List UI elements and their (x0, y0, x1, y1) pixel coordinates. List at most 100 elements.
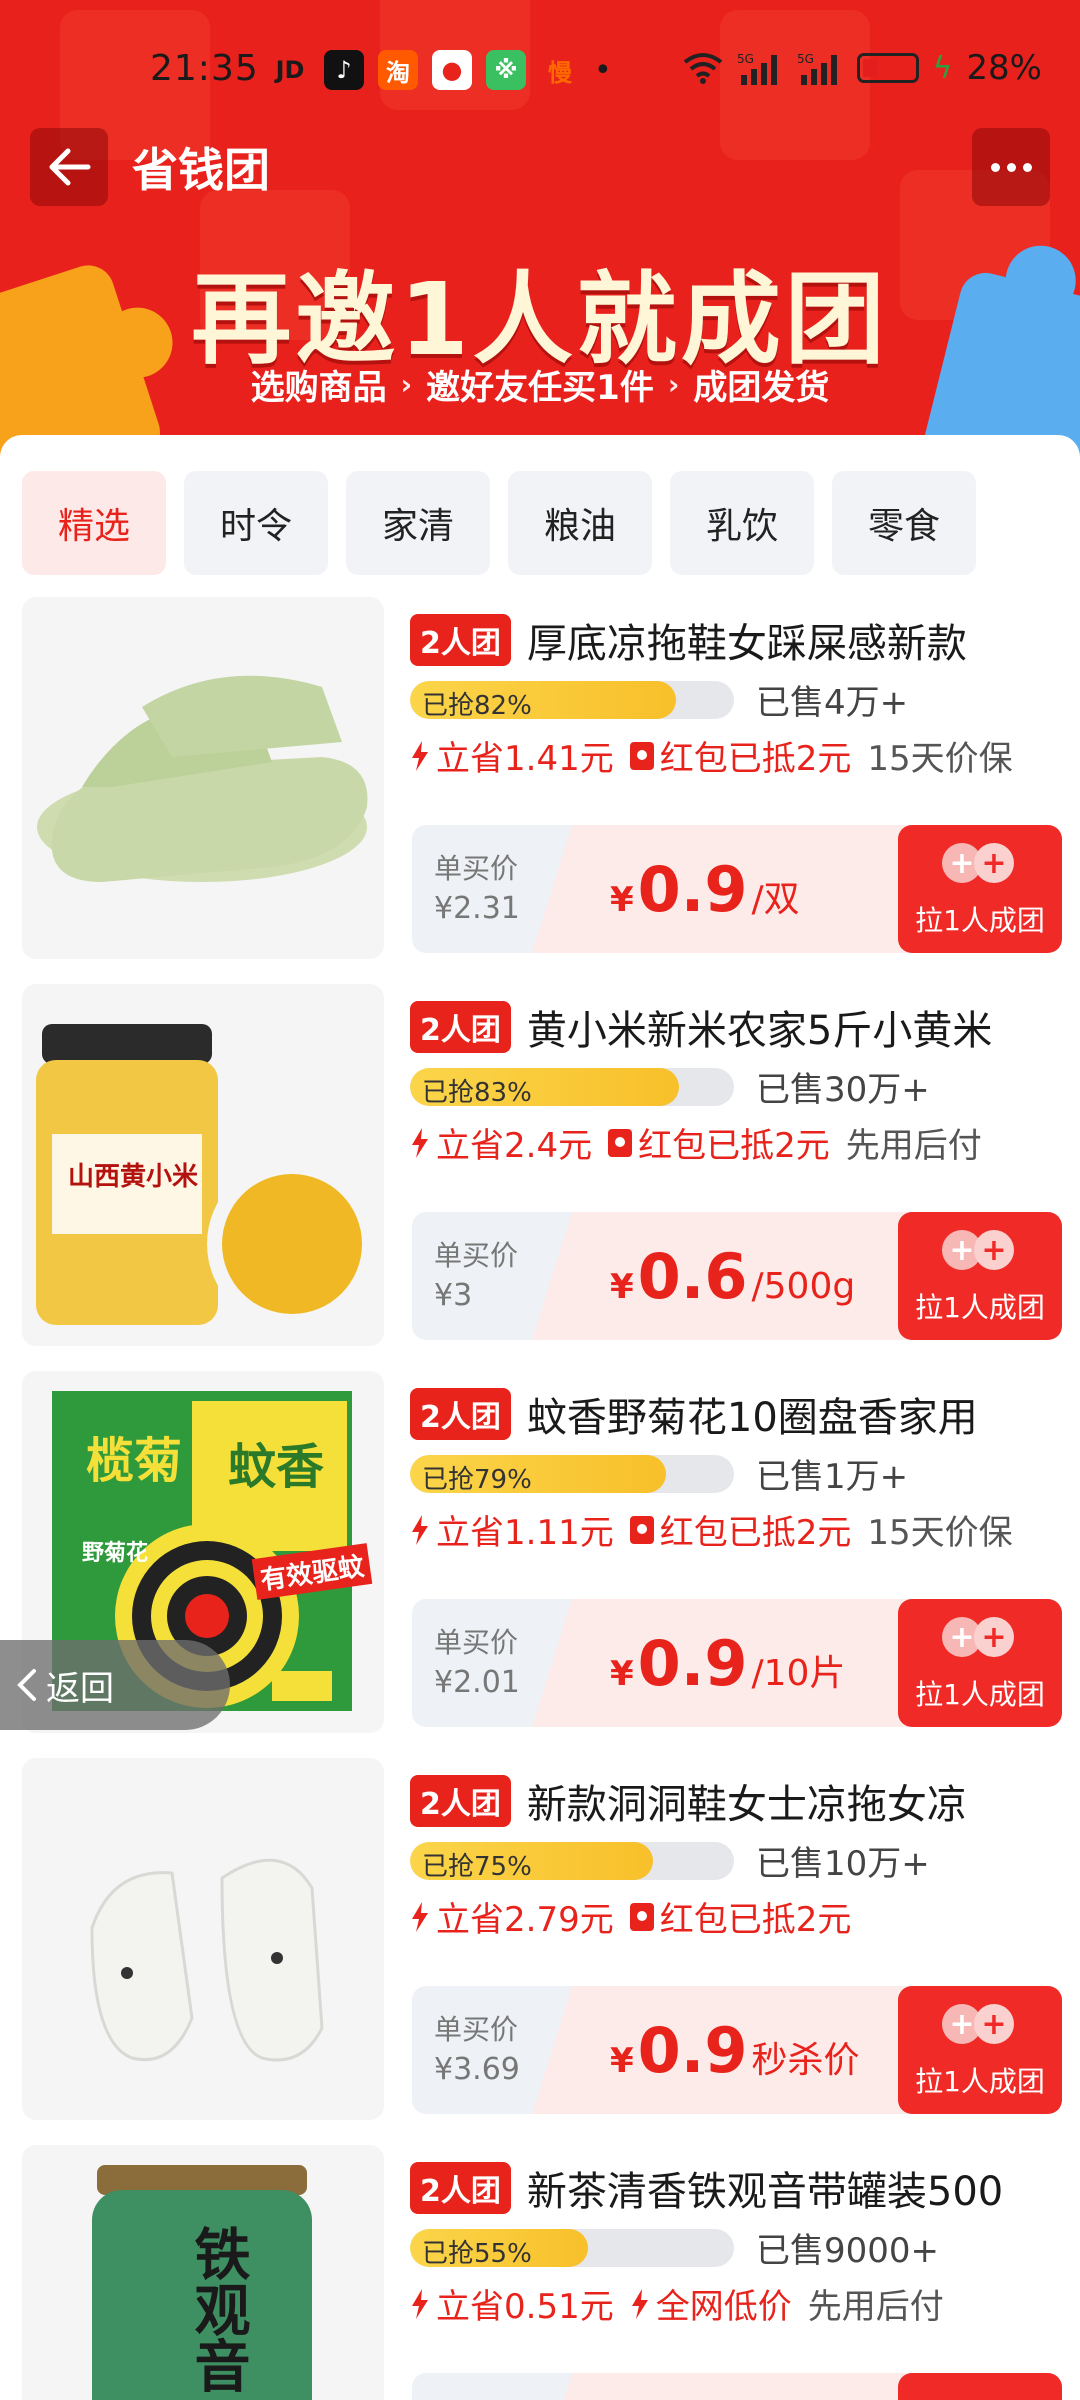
group-price-unit: /双 (751, 879, 800, 920)
invite-group-label: 拉1人成团 (915, 904, 1045, 937)
extra-tag: 先用后付 (807, 2287, 944, 2327)
currency-symbol: ¥ (610, 1654, 634, 1694)
product-image[interactable] (22, 597, 384, 959)
single-price-label: 单买价 (434, 2013, 519, 2046)
status-indicators: 5G 5G ϟ 28% (683, 48, 1042, 88)
sold-count: 已售30万+ (756, 1070, 930, 1110)
invite-group-button[interactable]: + + 拉1人成团 (898, 1986, 1062, 2114)
tab-5[interactable]: 零食 (832, 471, 976, 575)
single-price-value: ¥3.69 (434, 2052, 520, 2087)
step-3: 成团发货 (693, 368, 830, 408)
svg-text:5G: 5G (797, 52, 814, 66)
invite-group-button[interactable]: + + 拉1人成团 (898, 1212, 1062, 1340)
taobao-icon: 淘 (378, 50, 418, 90)
tiktok-icon: ♪ (324, 50, 364, 90)
benefit-tags: 立省1.41元 红包已抵2元 15天价保 (410, 731, 1013, 780)
group-badge: 2人团 (410, 1775, 511, 1827)
save-tag: 立省2.79元 (436, 1900, 614, 1940)
single-price-label: 单买价 (434, 852, 519, 885)
more-dot-icon (1006, 162, 1016, 172)
single-price-box: 单买价 (412, 2373, 572, 2400)
group-badge: 2人团 (410, 2162, 511, 2214)
product-card[interactable]: 山西黄小米 2人团 黄小米新米农家5斤小黄米 已抢83% 已售30万+ 立省2.… (22, 984, 1062, 1346)
save-tag: 立省2.4元 (436, 1126, 593, 1166)
group-price: ¥ 0.9 /10片 (532, 1599, 952, 1727)
buy-box: 单买价 (412, 2373, 1062, 2400)
group-price-value: 0.9 (637, 1627, 748, 1700)
group-price-unit: /10片 (751, 1653, 846, 1694)
bolt-icon (412, 1514, 428, 1545)
tab-1[interactable]: 时令 (184, 471, 328, 575)
redpacket-tag: 全网低价 (655, 2287, 792, 2327)
product-card[interactable]: 2人团 厚底凉拖鞋女踩屎感新款 已抢82% 已售4万+ 立省1.41元 红包已抵… (22, 597, 1062, 959)
product-title[interactable]: 厚底凉拖鞋女踩屎感新款 (527, 611, 967, 669)
floating-back-button[interactable]: 返回 (0, 1640, 230, 1730)
sales-progress-bar: 已抢79% (410, 1454, 734, 1493)
single-price-label: 单买价 (434, 2395, 518, 2400)
redpacket-tag: 红包已抵2元 (659, 739, 852, 779)
tab-3[interactable]: 粮油 (508, 471, 652, 575)
product-image[interactable] (22, 1758, 384, 2120)
product-image[interactable]: 铁观音 (22, 2145, 384, 2400)
bolt-icon (412, 1901, 428, 1932)
save-tag: 立省1.41元 (436, 739, 614, 779)
battery-percent: 28% (966, 48, 1042, 88)
extra-tag: 先用后付 (845, 1126, 982, 1166)
tab-0[interactable]: 精选 (22, 471, 166, 575)
redpacket-tag: 红包已抵2元 (659, 1900, 852, 1940)
product-title[interactable]: 黄小米新米农家5斤小黄米 (527, 998, 992, 1056)
currency-symbol: ¥ (610, 880, 634, 920)
single-price-value: ¥2.31 (434, 891, 520, 926)
currency-symbol: ¥ (610, 2041, 634, 2081)
jd-icon: JD (275, 56, 305, 84)
product-title[interactable]: 新款洞洞鞋女士凉拖女凉 (527, 1772, 967, 1830)
extra-tag: 15天价保 (867, 739, 1013, 779)
benefit-tags: 立省2.4元 红包已抵2元 先用后付 (410, 1118, 982, 1167)
group-price-value: 0.9 (637, 853, 748, 926)
sold-count: 已售9000+ (756, 2231, 940, 2271)
buy-box: 单买价 ¥3 ¥ 0.6 /500g + + 拉1人成团 (412, 1212, 1062, 1340)
sales-progress-bar: 已抢55% (410, 2228, 734, 2267)
product-image[interactable]: 山西黄小米 (22, 984, 384, 1346)
invite-group-button[interactable] (898, 2373, 1062, 2400)
invite-group-button[interactable]: + + 拉1人成团 (898, 1599, 1062, 1727)
sales-progress-label: 已抢83% (422, 1077, 532, 1106)
red-packet-icon (608, 1128, 633, 1157)
avatar-placeholder-icon: + + (942, 843, 1020, 883)
product-title[interactable]: 蚊香野菊花10圈盘香家用 (527, 1385, 978, 1443)
tab-2[interactable]: 家清 (346, 471, 490, 575)
sold-count: 已售10万+ (756, 1844, 930, 1884)
can-label: 铁观音 (185, 2225, 251, 2393)
arrow-left-icon (49, 148, 91, 186)
product-title[interactable]: 新茶清香铁观音带罐装500 (527, 2159, 1003, 2217)
more-dot-icon (1022, 162, 1032, 172)
content-sheet: 精选 时令 家清 粮油 乳饮 零食 2人团 厚底凉拖鞋女踩屎感新款 已抢82% 已售4万+… (0, 435, 1080, 2400)
sold-count: 已售4万+ (756, 683, 909, 723)
benefit-tags: 立省0.51元 全网低价 先用后付 (410, 2279, 944, 2328)
product-card[interactable]: 铁观音 2人团 新茶清香铁观音带罐装500 已抢55% 已售9000+ 立省0.… (22, 2145, 1062, 2400)
more-button[interactable] (972, 128, 1050, 206)
buy-box: 单买价 ¥2.31 ¥ 0.9 /双 + + 拉1人成团 (412, 825, 1062, 953)
red-packet-icon (629, 1515, 654, 1544)
single-price-value: ¥3 (434, 1278, 473, 1313)
status-app-icons: JD ♪ 淘 ● ※ 慢 • (270, 50, 612, 90)
chevron-right-icon: › (667, 368, 680, 401)
sales-progress-label: 已抢79% (422, 1464, 532, 1493)
invite-group-button[interactable]: + + 拉1人成团 (898, 825, 1062, 953)
product-card[interactable]: 2人团 新款洞洞鞋女士凉拖女凉 已抢75% 已售10万+ 立省2.79元 红包已… (22, 1758, 1062, 2120)
back-button[interactable] (30, 128, 108, 206)
buy-box: 单买价 ¥2.01 ¥ 0.9 /10片 + + 拉1人成团 (412, 1599, 1062, 1727)
red-packet-icon (629, 741, 654, 770)
avatar-placeholder-icon: + + (942, 2004, 1020, 2044)
sales-progress-bar: 已抢83% (410, 1067, 734, 1106)
tab-4[interactable]: 乳饮 (670, 471, 814, 575)
jar-label: 山西黄小米 (68, 1162, 199, 1192)
group-price-unit: 秒杀价 (751, 2040, 860, 2081)
benefit-tags: 立省1.11元 红包已抵2元 15天价保 (410, 1505, 1013, 1554)
more-dot-icon (990, 162, 1000, 172)
signal-icon-2: 5G (797, 52, 837, 85)
redpacket-tag: 红包已抵2元 (659, 1513, 852, 1553)
single-price-value: ¥2.01 (434, 1665, 520, 1700)
red-packet-icon (629, 1902, 654, 1931)
redpacket-tag: 红包已抵2元 (638, 1126, 830, 1166)
